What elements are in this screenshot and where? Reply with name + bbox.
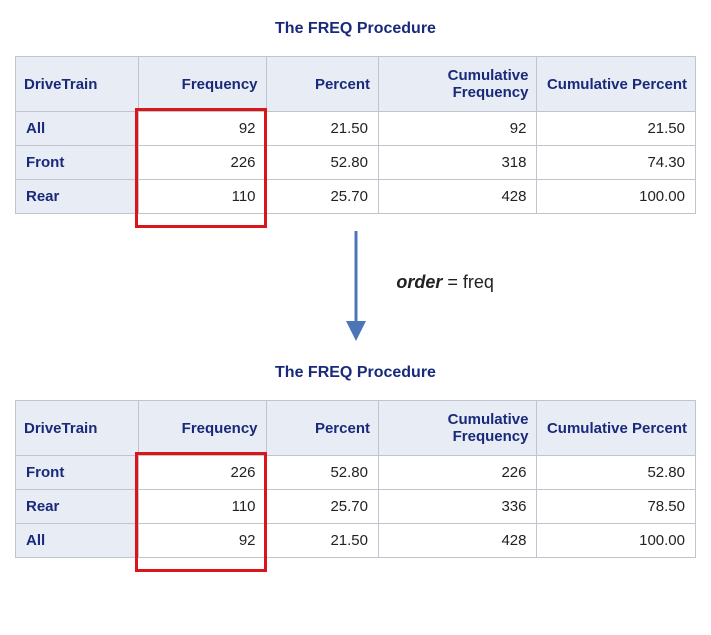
cell-percent: 25.70 <box>266 180 378 214</box>
header-drivetrain: DriveTrain <box>16 401 139 456</box>
table-row: Rear 110 25.70 336 78.50 <box>16 490 696 524</box>
cell-cum-freq: 318 <box>378 146 536 180</box>
cell-percent: 25.70 <box>266 490 378 524</box>
table-row: All 92 21.50 92 21.50 <box>16 112 696 146</box>
table-row: Rear 110 25.70 428 100.00 <box>16 180 696 214</box>
header-cum-pct: Cumulative Percent <box>537 401 696 456</box>
cell-cum-freq: 92 <box>378 112 536 146</box>
table-1-header-row: DriveTrain Frequency Percent Cumulative … <box>16 57 696 112</box>
table-row: Front 226 52.80 318 74.30 <box>16 146 696 180</box>
cell-drivetrain: Front <box>16 146 139 180</box>
cell-drivetrain: Rear <box>16 180 139 214</box>
cell-cum-pct: 52.80 <box>537 456 696 490</box>
title-1: The FREQ Procedure <box>15 20 696 38</box>
cell-frequency: 110 <box>138 180 266 214</box>
title-2: The FREQ Procedure <box>15 364 696 382</box>
arrow-down-icon <box>336 226 376 346</box>
header-frequency: Frequency <box>138 57 266 112</box>
cell-cum-pct: 74.30 <box>537 146 696 180</box>
header-cum-freq: Cumulative Frequency <box>378 401 536 456</box>
cell-percent: 21.50 <box>266 524 378 558</box>
header-cum-freq: Cumulative Frequency <box>378 57 536 112</box>
cell-drivetrain: All <box>16 112 139 146</box>
cell-cum-freq: 226 <box>378 456 536 490</box>
table-1-wrap: DriveTrain Frequency Percent Cumulative … <box>15 56 696 214</box>
cell-drivetrain: Front <box>16 456 139 490</box>
header-drivetrain: DriveTrain <box>16 57 139 112</box>
header-frequency: Frequency <box>138 401 266 456</box>
annotation-equals: = <box>442 272 463 292</box>
cell-frequency: 92 <box>138 112 266 146</box>
cell-frequency: 226 <box>138 456 266 490</box>
cell-percent: 52.80 <box>266 456 378 490</box>
header-percent: Percent <box>266 401 378 456</box>
cell-frequency: 92 <box>138 524 266 558</box>
header-cum-pct: Cumulative Percent <box>537 57 696 112</box>
cell-cum-pct: 78.50 <box>537 490 696 524</box>
table-2-wrap: DriveTrain Frequency Percent Cumulative … <box>15 400 696 558</box>
cell-percent: 52.80 <box>266 146 378 180</box>
arrow-zone: order = freq <box>15 226 696 356</box>
order-annotation: order = freq <box>396 272 494 293</box>
cell-frequency: 226 <box>138 146 266 180</box>
annotation-option-value: freq <box>463 272 494 292</box>
cell-frequency: 110 <box>138 490 266 524</box>
header-percent: Percent <box>266 57 378 112</box>
cell-cum-freq: 336 <box>378 490 536 524</box>
cell-cum-pct: 100.00 <box>537 524 696 558</box>
freq-table-1: DriveTrain Frequency Percent Cumulative … <box>15 56 696 214</box>
annotation-option-name: order <box>396 272 442 292</box>
cell-cum-pct: 21.50 <box>537 112 696 146</box>
cell-cum-freq: 428 <box>378 524 536 558</box>
table-2-header-row: DriveTrain Frequency Percent Cumulative … <box>16 401 696 456</box>
cell-drivetrain: Rear <box>16 490 139 524</box>
table-row: Front 226 52.80 226 52.80 <box>16 456 696 490</box>
cell-cum-pct: 100.00 <box>537 180 696 214</box>
cell-percent: 21.50 <box>266 112 378 146</box>
freq-table-2: DriveTrain Frequency Percent Cumulative … <box>15 400 696 558</box>
cell-cum-freq: 428 <box>378 180 536 214</box>
table-row: All 92 21.50 428 100.00 <box>16 524 696 558</box>
cell-drivetrain: All <box>16 524 139 558</box>
